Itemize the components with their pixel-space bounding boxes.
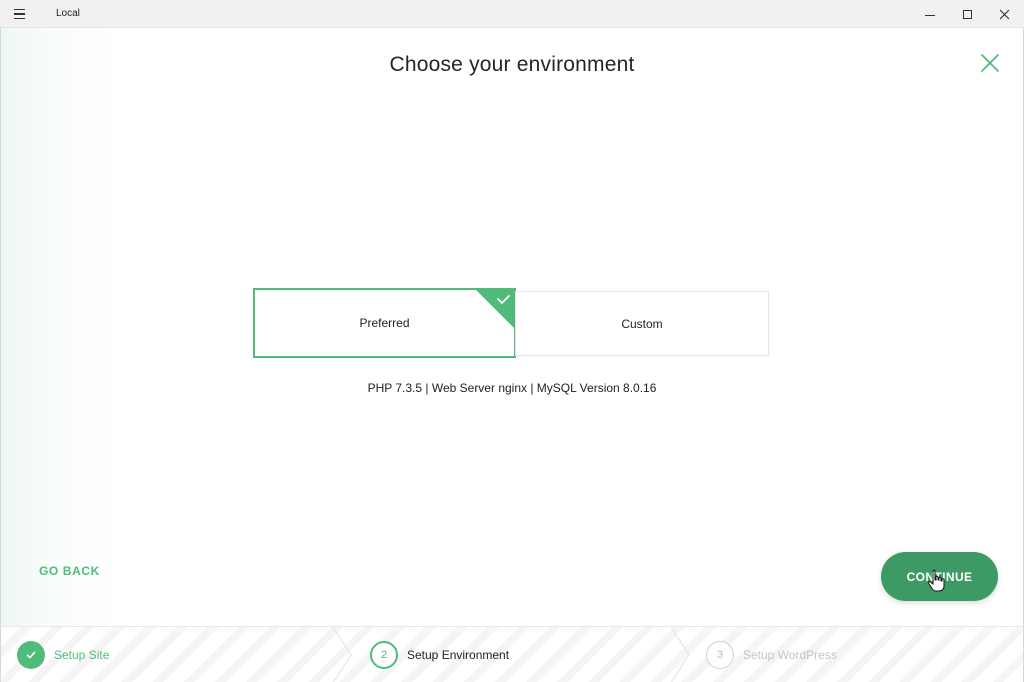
step-label: Setup Site [54, 648, 110, 662]
step-label: Setup WordPress [743, 648, 837, 662]
option-custom[interactable]: Custom [515, 291, 769, 356]
maximize-button[interactable] [948, 0, 986, 28]
setup-stepper: Setup Site 2 Setup Environment 3 Setup W… [1, 626, 1023, 682]
step-number: 2 [370, 641, 398, 669]
environment-options: Preferred Custom [253, 288, 769, 358]
app-title: Local [56, 8, 80, 19]
window-close-icon [999, 9, 1009, 19]
checkmark-icon [474, 288, 516, 330]
step-setup-wordpress: 3 Setup WordPress [706, 627, 837, 682]
continue-button[interactable]: CONTINUE [881, 552, 998, 601]
title-bar: Local [0, 0, 1024, 28]
step-label: Setup Environment [407, 648, 510, 662]
option-custom-label: Custom [621, 316, 663, 331]
continue-button-label: CONTINUE [906, 569, 973, 584]
maximize-icon [962, 9, 972, 19]
option-preferred[interactable]: Preferred [253, 288, 516, 358]
option-preferred-label: Preferred [359, 316, 410, 330]
decorative-side-band [1, 28, 121, 626]
step-number: 3 [706, 641, 734, 669]
environment-details: PHP 7.3.5 | Web Server nginx | MySQL Ver… [367, 381, 657, 395]
step-setup-environment: 2 Setup Environment [370, 627, 509, 682]
window-close-button[interactable] [985, 0, 1023, 28]
chevron-right-icon [670, 627, 690, 682]
step-setup-site: Setup Site [17, 627, 109, 682]
minimize-button[interactable] [911, 0, 949, 28]
chevron-right-icon [332, 627, 352, 682]
hamburger-menu-icon[interactable] [8, 5, 30, 23]
close-icon[interactable] [978, 51, 1002, 75]
minimize-icon [925, 14, 935, 16]
go-back-button[interactable]: GO BACK [39, 564, 100, 578]
step-complete-check-icon [17, 641, 45, 669]
page-title: Choose your environment [389, 53, 635, 76]
